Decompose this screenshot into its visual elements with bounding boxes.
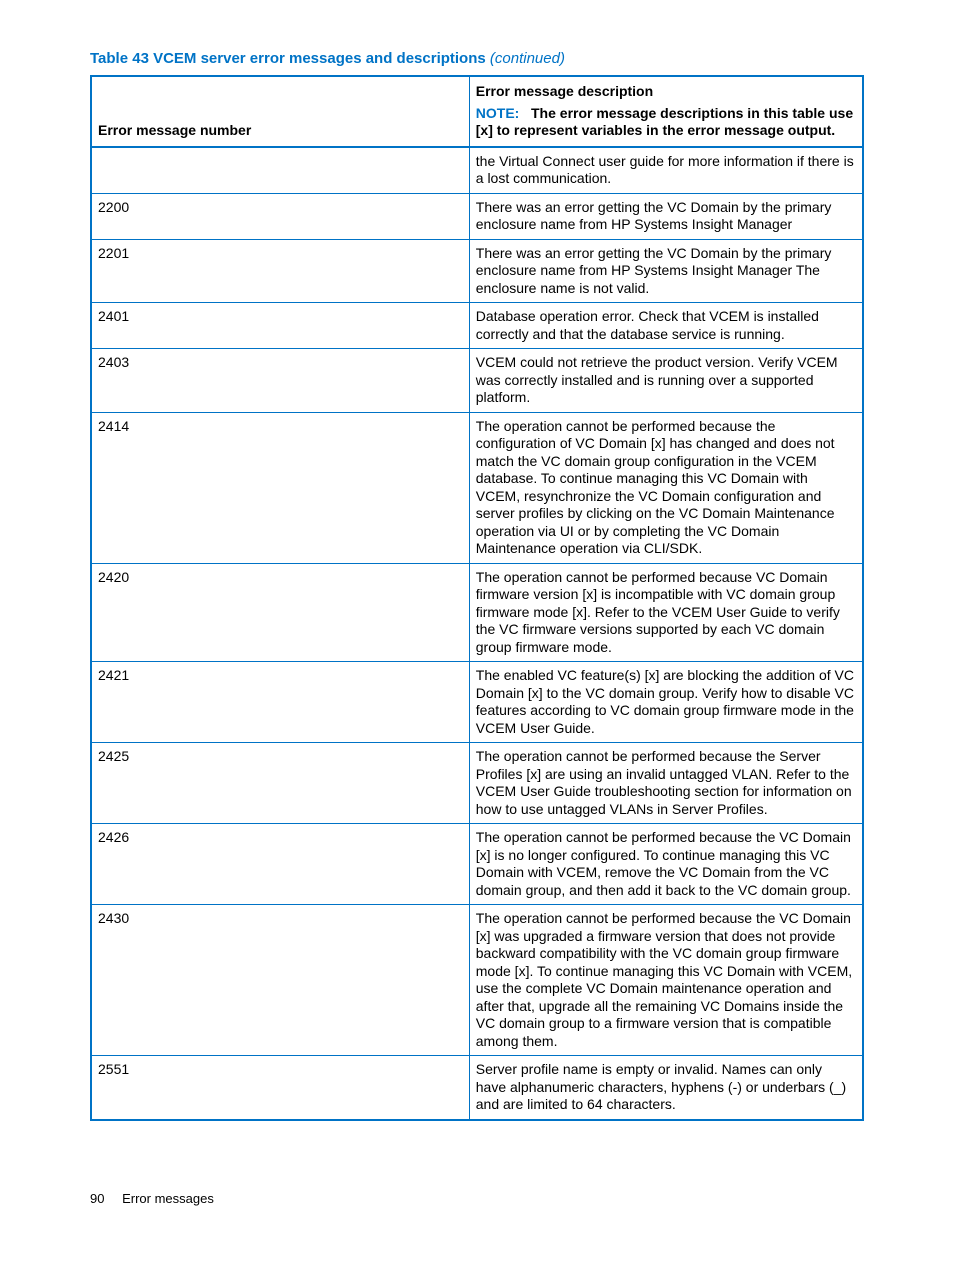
table-row: 2200There was an error getting the VC Do… [91,193,863,239]
cell-error-description: The enabled VC feature(s) [x] are blocki… [469,662,863,743]
header-error-number: Error message number [91,76,469,147]
cell-error-description: The operation cannot be performed becaus… [469,905,863,1056]
cell-error-number: 2200 [91,193,469,239]
cell-error-description: VCEM could not retrieve the product vers… [469,349,863,413]
cell-error-description: The operation cannot be performed becaus… [469,824,863,905]
cell-error-description: Database operation error. Check that VCE… [469,303,863,349]
table-row: 2426The operation cannot be performed be… [91,824,863,905]
header-note-label: NOTE: [476,105,520,121]
table-row: 2414The operation cannot be performed be… [91,412,863,563]
cell-error-description: The operation cannot be performed becaus… [469,412,863,563]
table-caption: Table 43 VCEM server error messages and … [90,50,864,67]
header-error-description: Error message description NOTE: The erro… [469,76,863,147]
cell-error-number [91,147,469,194]
table-row: 2420The operation cannot be performed be… [91,563,863,662]
cell-error-description: the Virtual Connect user guide for more … [469,147,863,194]
table-row: 2421The enabled VC feature(s) [x] are bl… [91,662,863,743]
cell-error-number: 2403 [91,349,469,413]
cell-error-number: 2401 [91,303,469,349]
caption-text: Table 43 VCEM server error messages and … [90,50,486,67]
table-row: 2401Database operation error. Check that… [91,303,863,349]
cell-error-number: 2430 [91,905,469,1056]
cell-error-number: 2551 [91,1056,469,1120]
cell-error-description: There was an error getting the VC Domain… [469,239,863,303]
cell-error-description: Server profile name is empty or invalid.… [469,1056,863,1120]
caption-continued: (continued) [490,50,565,67]
cell-error-number: 2420 [91,563,469,662]
cell-error-number: 2425 [91,743,469,824]
header-note-text: The error message descriptions in this t… [476,105,853,139]
page-footer: 90 Error messages [90,1191,864,1206]
table-row: 2403VCEM could not retrieve the product … [91,349,863,413]
table-row: 2430The operation cannot be performed be… [91,905,863,1056]
cell-error-description: The operation cannot be performed becaus… [469,743,863,824]
cell-error-number: 2414 [91,412,469,563]
table-row: 2425The operation cannot be performed be… [91,743,863,824]
table-row: 2201There was an error getting the VC Do… [91,239,863,303]
table-row: the Virtual Connect user guide for more … [91,147,863,194]
table-row: 2551Server profile name is empty or inva… [91,1056,863,1120]
footer-section: Error messages [122,1191,214,1206]
cell-error-number: 2201 [91,239,469,303]
cell-error-description: There was an error getting the VC Domain… [469,193,863,239]
cell-error-description: The operation cannot be performed becaus… [469,563,863,662]
page-number: 90 [90,1191,104,1206]
error-messages-table: Error message number Error message descr… [90,75,864,1121]
cell-error-number: 2421 [91,662,469,743]
table-header-row: Error message number Error message descr… [91,76,863,147]
cell-error-number: 2426 [91,824,469,905]
header-description-title: Error message description [476,83,854,101]
table-body: the Virtual Connect user guide for more … [91,147,863,1120]
